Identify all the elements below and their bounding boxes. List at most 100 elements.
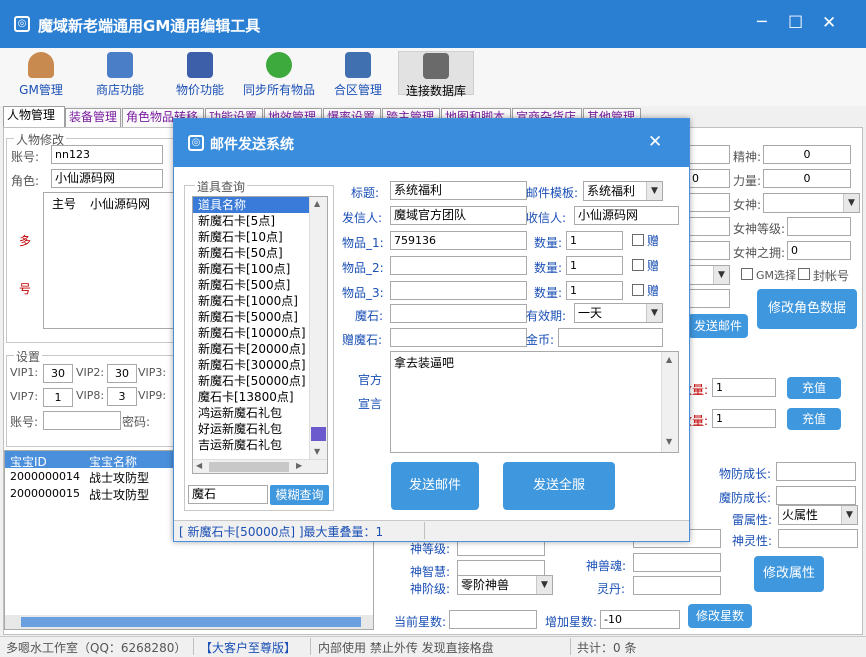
vip8-input[interactable]: 3	[107, 387, 137, 406]
list-item[interactable]: 好运新魔石礼包	[193, 421, 327, 437]
thunder-attr-select[interactable]: 火属性 ▼	[778, 505, 858, 525]
list-item[interactable]: 新魔石卡[10000点]	[193, 325, 327, 341]
magic-stone-input[interactable]	[390, 304, 527, 323]
scrollbar-thumb[interactable]	[209, 462, 289, 472]
goddess-select[interactable]: ▼	[763, 193, 860, 213]
right-field-6[interactable]	[688, 289, 730, 308]
close-button[interactable]: ✕	[822, 13, 836, 33]
list-item[interactable]: 鸿运新魔石礼包	[193, 405, 327, 421]
item3-input[interactable]	[390, 281, 527, 300]
textarea-scrollbar[interactable]: ▲ ▼	[661, 352, 678, 452]
validity-select[interactable]: 一天 ▼	[574, 303, 663, 323]
item-search-input[interactable]: 魔石	[188, 485, 268, 504]
ban-checkbox[interactable]	[798, 268, 810, 280]
count1-input[interactable]: 1	[566, 231, 623, 250]
recharge-button-2[interactable]: 充值	[787, 408, 841, 430]
scroll-right-icon[interactable]: ▶	[296, 461, 302, 470]
modify-stars-button[interactable]: 修改星数	[688, 604, 752, 628]
qty-input-2[interactable]: 1	[712, 409, 776, 428]
right-field-3[interactable]	[688, 193, 730, 212]
goddess-own-input[interactable]: 0	[787, 241, 851, 260]
divine-stage-select[interactable]: 零阶神兽 ▼	[457, 575, 553, 595]
list-item[interactable]: 新魔石卡[100点]	[193, 261, 327, 277]
spirit-input[interactable]: 0	[763, 145, 851, 164]
item-list[interactable]: 道具名称 新魔石卡[5点] 新魔石卡[10点] 新魔石卡[50点] 新魔石卡[100点…	[192, 196, 328, 474]
scrollbar-thumb[interactable]	[21, 617, 361, 627]
merge-server-button[interactable]: 合区管理	[330, 52, 386, 98]
gold-input[interactable]	[558, 328, 663, 347]
table-row-name[interactable]: 战士攻防型	[89, 486, 149, 503]
connect-db-button[interactable]: 连接数据库	[398, 51, 474, 98]
power-input[interactable]: 0	[763, 169, 851, 188]
message-textarea[interactable]: 拿去装逼吧 ▲ ▼	[390, 351, 679, 453]
scroll-left-icon[interactable]: ◀	[196, 461, 202, 470]
divine-soul-input[interactable]	[778, 529, 858, 548]
horizontal-scrollbar[interactable]: ◀ ▶	[193, 459, 327, 473]
right-select-1[interactable]: ▼	[688, 265, 730, 285]
phys-def-growth-input[interactable]	[776, 462, 856, 481]
multi-account-list[interactable]: 主号 小仙源码网	[43, 192, 175, 329]
sender-input[interactable]: 魔域官方团队	[390, 206, 527, 225]
item2-input[interactable]	[390, 256, 527, 275]
mag-def-growth-input[interactable]	[776, 486, 856, 505]
minimize-button[interactable]: ─	[757, 12, 767, 31]
current-stars-input[interactable]	[449, 610, 537, 629]
send-all-button[interactable]: 发送全服	[503, 462, 615, 510]
scrollbar-thumb[interactable]	[311, 427, 326, 441]
vertical-scrollbar[interactable]: ▲ ▼	[309, 197, 327, 459]
scroll-down-icon[interactable]: ▼	[666, 437, 672, 446]
qty-input-1[interactable]: 1	[712, 378, 776, 397]
send-mail-side-button[interactable]: 发送邮件	[688, 314, 748, 338]
fuzzy-search-button[interactable]: 模糊查询	[270, 485, 329, 505]
scroll-up-icon[interactable]: ▲	[314, 199, 320, 208]
list-item[interactable]: 新魔石卡[30000点]	[193, 357, 327, 373]
list-item[interactable]: 魔石卡[13800点]	[193, 389, 327, 405]
right-field-4[interactable]	[688, 217, 730, 236]
gift1-checkbox[interactable]	[632, 234, 644, 246]
modify-attr-button[interactable]: 修改属性	[754, 556, 824, 592]
price-button[interactable]: 物价功能	[172, 52, 228, 98]
list-item[interactable]: 新魔石卡[5000点]	[193, 309, 327, 325]
gift3-checkbox[interactable]	[632, 284, 644, 296]
subject-input[interactable]: 系统福利	[390, 181, 527, 200]
pill-input[interactable]	[633, 576, 721, 595]
list-item[interactable]: 新魔石卡[50000点]	[193, 373, 327, 389]
role-input[interactable]: 小仙源码网	[51, 169, 163, 188]
gm-select-checkbox[interactable]	[741, 268, 753, 280]
list-item[interactable]: 新魔石卡[10点]	[193, 229, 327, 245]
template-select[interactable]: 系统福利 ▼	[583, 181, 663, 201]
recharge-button-1[interactable]: 充值	[787, 377, 841, 399]
list-item[interactable]: 新魔石卡[50点]	[193, 245, 327, 261]
receiver-input[interactable]: 小仙源码网	[574, 206, 679, 225]
table-row[interactable]: 2000000014	[10, 470, 80, 483]
modify-role-button[interactable]: 修改角色数据	[757, 289, 857, 329]
tab-character[interactable]: 人物管理	[3, 106, 65, 127]
settings-account-input[interactable]	[43, 411, 121, 430]
right-field-1[interactable]	[688, 145, 730, 164]
power-left-input[interactable]: 0	[688, 169, 730, 188]
list-item[interactable]: 新魔石卡[20000点]	[193, 341, 327, 357]
gift2-checkbox[interactable]	[632, 259, 644, 271]
maximize-button[interactable]: ☐	[788, 13, 803, 33]
horizontal-scrollbar[interactable]	[5, 615, 373, 629]
list-item[interactable]: 新魔石卡[5点]	[193, 213, 327, 229]
tab-equipment[interactable]: 装备管理	[65, 108, 121, 127]
scroll-up-icon[interactable]: ▲	[666, 355, 672, 364]
list-item[interactable]: 吉运新魔石礼包	[193, 437, 327, 453]
gm-manage-button[interactable]: GM管理	[18, 52, 64, 98]
vip1-input[interactable]: 30	[43, 364, 73, 383]
list-item[interactable]: 新魔石卡[500点]	[193, 277, 327, 293]
table-row-name[interactable]: 战士攻防型	[89, 469, 149, 486]
dialog-close-button[interactable]: ✕	[648, 132, 662, 152]
goddess-level-input[interactable]	[787, 217, 851, 236]
right-field-5[interactable]	[688, 241, 730, 260]
item1-input[interactable]: 759136	[390, 231, 527, 250]
vip2-input[interactable]: 30	[107, 364, 137, 383]
table-row[interactable]: 2000000015	[10, 487, 80, 500]
account-input[interactable]: nn123	[51, 145, 163, 164]
shop-button[interactable]: 商店功能	[92, 52, 148, 98]
gift-stone-input[interactable]	[390, 328, 527, 347]
add-stars-input[interactable]: -10	[600, 610, 680, 629]
sync-items-button[interactable]: 同步所有物品	[240, 52, 318, 98]
send-mail-button[interactable]: 发送邮件	[391, 462, 479, 510]
